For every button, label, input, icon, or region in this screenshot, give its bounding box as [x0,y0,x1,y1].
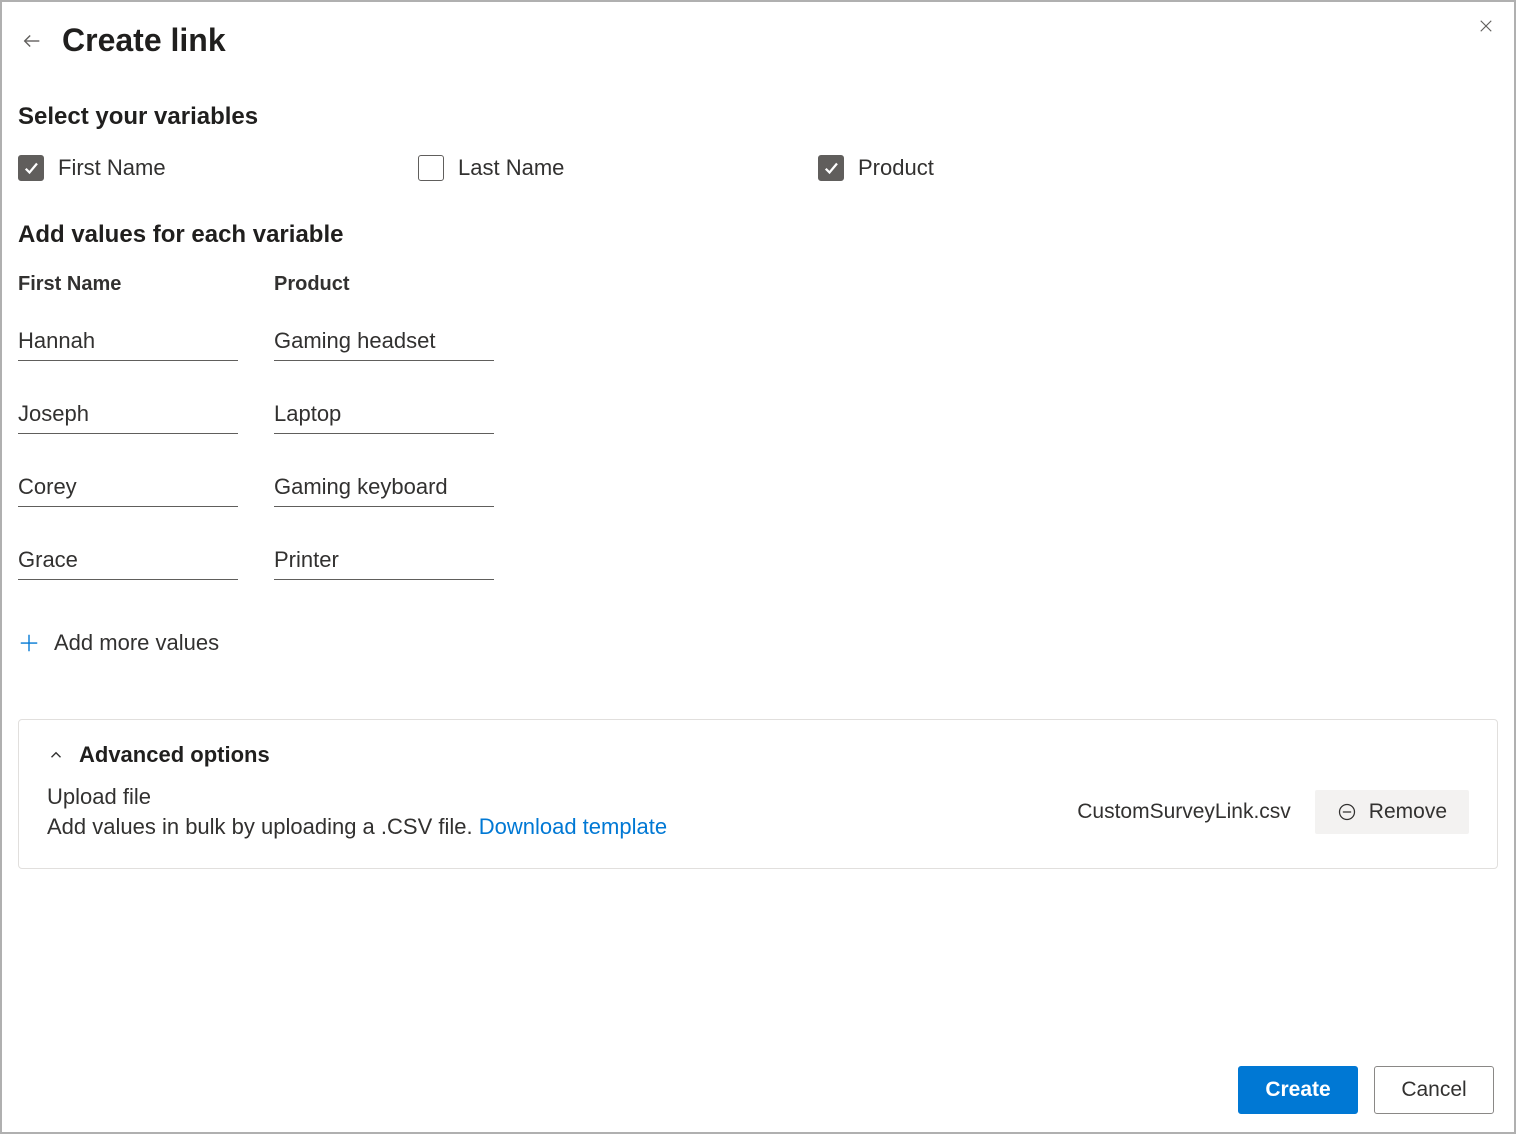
advanced-options-card: Advanced options Upload file Add values … [18,719,1498,869]
variable-last-name[interactable]: Last Name [418,155,758,181]
close-icon [1477,17,1495,35]
chevron-up-icon [47,746,65,764]
panel-footer: Create Cancel [2,1050,1514,1132]
close-button[interactable] [1472,12,1500,40]
variable-label: First Name [58,155,166,181]
checkbox-last-name[interactable] [418,155,444,181]
value-row [18,399,1498,434]
values-heading: Add values for each variable [18,221,1498,249]
download-template-link[interactable]: Download template [479,814,667,839]
advanced-options-toggle[interactable]: Advanced options [47,742,1469,768]
product-input[interactable] [274,326,494,361]
cancel-button[interactable]: Cancel [1374,1066,1494,1114]
variable-label: Product [858,155,934,181]
page-title: Create link [62,22,226,59]
values-header: First Name Product [18,273,1498,296]
panel-content: Select your variables First Name Last Na… [2,69,1514,1050]
values-table: First Name Product [18,273,1498,580]
remove-file-button[interactable]: Remove [1315,790,1469,834]
uploaded-file-section: CustomSurveyLink.csv Remove [1077,790,1469,834]
value-row [18,472,1498,507]
upload-file-label: Upload file [47,784,1057,810]
first-name-input[interactable] [18,399,238,434]
value-row [18,326,1498,361]
advanced-options-title: Advanced options [79,742,270,768]
remove-label: Remove [1369,800,1447,824]
arrow-left-icon [21,30,43,52]
variable-label: Last Name [458,155,564,181]
first-name-input[interactable] [18,326,238,361]
back-button[interactable] [18,27,46,55]
product-input[interactable] [274,545,494,580]
first-name-input[interactable] [18,472,238,507]
checkbox-first-name[interactable] [18,155,44,181]
variables-heading: Select your variables [18,103,1498,131]
upload-description: Add values in bulk by uploading a .CSV f… [47,814,1057,840]
product-input[interactable] [274,399,494,434]
upload-desc-text: Add values in bulk by uploading a .CSV f… [47,814,479,839]
advanced-options-body: Upload file Add values in bulk by upload… [47,784,1469,840]
create-link-panel: Create link Select your variables First … [0,0,1516,1134]
column-header-product: Product [274,273,494,296]
variable-first-name[interactable]: First Name [18,155,358,181]
create-button[interactable]: Create [1238,1066,1358,1114]
checkmark-icon [822,159,840,177]
add-more-values-button[interactable]: Add more values [18,630,219,656]
column-header-first-name: First Name [18,273,238,296]
product-input[interactable] [274,472,494,507]
upload-section: Upload file Add values in bulk by upload… [47,784,1057,840]
values-body [18,326,1498,580]
plus-icon [18,632,40,654]
variables-row: First Name Last Name Product [18,155,1498,181]
checkbox-product[interactable] [818,155,844,181]
variable-product[interactable]: Product [818,155,1158,181]
remove-icon [1337,802,1357,822]
add-more-label: Add more values [54,630,219,656]
checkmark-icon [22,159,40,177]
first-name-input[interactable] [18,545,238,580]
panel-header: Create link [2,2,1514,69]
uploaded-file-name: CustomSurveyLink.csv [1077,800,1291,824]
value-row [18,545,1498,580]
